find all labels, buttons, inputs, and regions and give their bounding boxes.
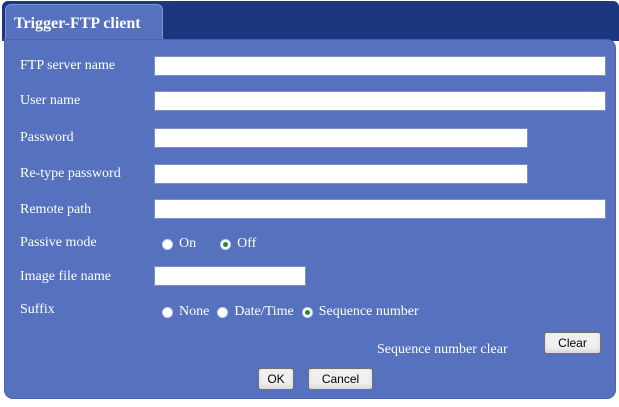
image-file-name-input[interactable] <box>154 266 306 286</box>
passive-mode-off-radio[interactable] <box>220 238 232 250</box>
suffix-radio-group: None Date/Time Sequence number <box>162 304 433 320</box>
retype-password-input[interactable] <box>154 164 528 184</box>
user-name-label: User name <box>20 93 81 108</box>
retype-password-label: Re-type password <box>20 166 121 181</box>
password-label: Password <box>20 130 74 145</box>
passive-mode-label: Passive mode <box>20 235 97 250</box>
remote-path-input[interactable] <box>154 199 606 219</box>
ftp-server-name-label: FTP server name <box>20 58 116 73</box>
clear-button[interactable]: Clear <box>544 332 601 354</box>
image-file-name-label: Image file name <box>20 269 111 284</box>
settings-panel: FTP server name User name Password Re-ty… <box>5 40 615 398</box>
suffix-none-radio[interactable] <box>162 306 173 318</box>
ok-button[interactable]: OK <box>258 368 294 390</box>
tab-label: Trigger-FTP client <box>14 15 141 32</box>
suffix-none-label: None <box>179 304 210 319</box>
suffix-datetime-radio[interactable] <box>217 306 229 318</box>
remote-path-label: Remote path <box>20 202 92 217</box>
user-name-input[interactable] <box>154 91 606 111</box>
password-input[interactable] <box>154 128 528 148</box>
suffix-sequence-number-label: Sequence number <box>318 304 419 319</box>
passive-mode-off-label: Off <box>237 236 257 251</box>
passive-mode-radio-group: On Off <box>162 236 270 252</box>
passive-mode-on-radio[interactable] <box>162 238 173 250</box>
suffix-label: Suffix <box>20 302 55 317</box>
ftp-server-name-input[interactable] <box>154 56 606 76</box>
sequence-number-clear-label: Sequence number clear <box>377 342 508 357</box>
suffix-datetime-label: Date/Time <box>234 304 294 319</box>
passive-mode-on-label: On <box>179 236 197 251</box>
suffix-sequence-number-radio[interactable] <box>301 306 313 318</box>
cancel-button[interactable]: Cancel <box>308 368 373 390</box>
